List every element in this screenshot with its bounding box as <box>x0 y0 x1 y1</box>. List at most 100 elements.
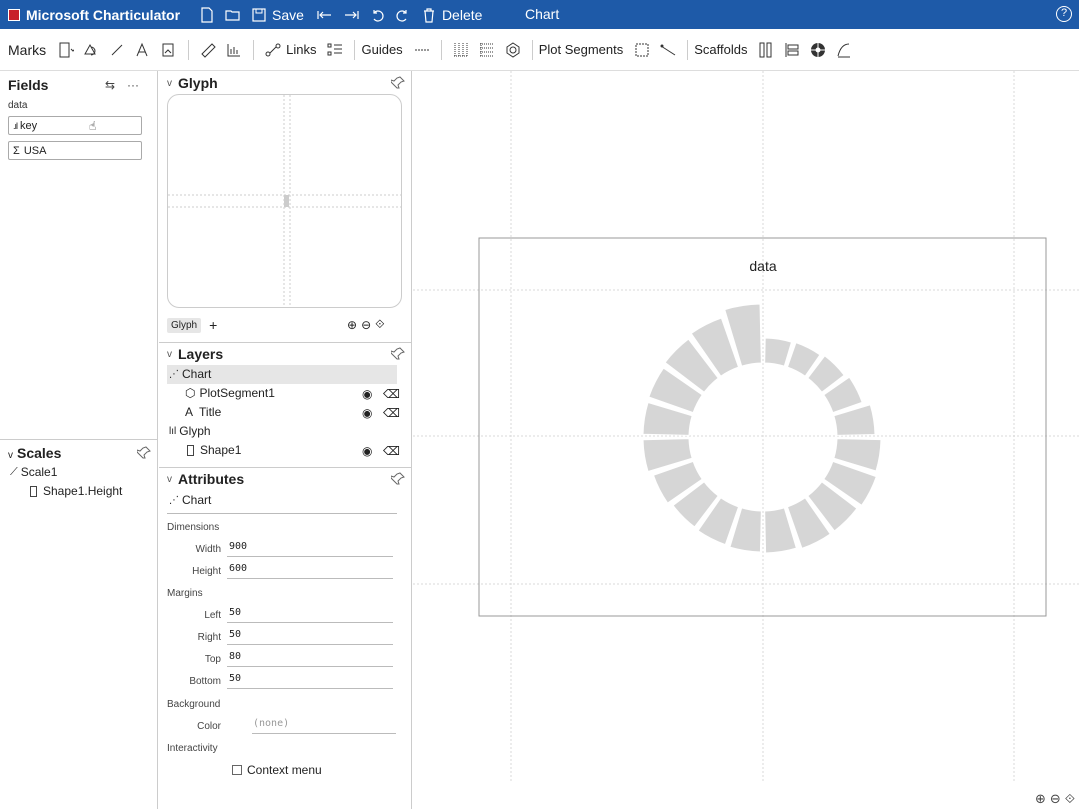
eraser-icon[interactable]: ⌫ <box>383 387 400 401</box>
line-mark-icon[interactable] <box>107 40 127 60</box>
rectangle-icon <box>187 444 194 456</box>
layer-item-shape[interactable]: Shape1 <box>187 443 241 457</box>
zoom-in-icon[interactable]: ⊕ <box>1035 791 1046 807</box>
field-label: key <box>20 119 38 132</box>
interactivity-label: Interactivity <box>167 743 218 754</box>
layer-item-title[interactable]: A Title <box>185 405 221 419</box>
left-margin-label: Left <box>204 610 221 621</box>
region-2d-icon[interactable] <box>632 40 652 60</box>
zoom-in-icon[interactable]: ⊕ <box>347 318 357 332</box>
chart-canvas[interactable]: data ⊕ ⊖ ⟐ <box>413 71 1079 809</box>
field-usa[interactable]: Σ USA <box>8 141 142 160</box>
chart-svg[interactable]: data <box>413 71 1079 809</box>
layer-label: Shape1 <box>200 443 242 457</box>
text-mark-icon[interactable] <box>133 40 153 60</box>
toolbar: Marks Links Guides Plot Segments Scaffol… <box>0 29 1079 71</box>
new-file-icon[interactable] <box>199 6 215 23</box>
toolbar-separator <box>687 39 689 60</box>
bottom-margin-label: Bottom <box>189 676 221 687</box>
data-table-icon[interactable]: ⇆ <box>105 78 115 92</box>
scale-item[interactable]: ⟋ Scale1 <box>10 465 57 479</box>
data-axis-icon[interactable] <box>224 40 244 60</box>
symbol-mark-icon[interactable] <box>81 40 101 60</box>
eraser-icon[interactable]: ⌫ <box>383 444 400 458</box>
right-margin-label: Right <box>197 632 221 643</box>
line-segment-icon[interactable] <box>658 40 678 60</box>
chevron-down-icon[interactable]: v <box>167 349 172 360</box>
rectangle-icon <box>30 485 37 497</box>
guide-line-icon[interactable] <box>412 40 432 60</box>
pin-icon[interactable] <box>391 76 405 90</box>
legend-icon[interactable] <box>325 40 345 60</box>
marks-label: Marks <box>8 41 47 58</box>
chevron-down-icon[interactable]: v <box>8 450 13 461</box>
top-margin-input[interactable]: 80 <box>227 651 393 667</box>
links-button[interactable]: Links <box>286 42 316 57</box>
zoom-out-icon[interactable]: ⊖ <box>1050 791 1061 807</box>
chevron-down-icon[interactable]: v <box>167 474 172 485</box>
margins-label: Margins <box>167 588 203 599</box>
field-key[interactable]: .ıl key ☝ <box>8 116 142 135</box>
open-folder-icon[interactable] <box>225 7 241 23</box>
image-mark-icon[interactable] <box>159 40 179 60</box>
links-icon[interactable] <box>263 40 283 60</box>
field-label: USA <box>23 144 47 157</box>
attributes-header: v Attributes <box>167 471 244 487</box>
layer-item-chart[interactable]: ⋰ Chart <box>169 367 211 381</box>
pin-icon[interactable] <box>391 472 405 486</box>
fit-view-icon[interactable]: ⟐ <box>375 317 384 332</box>
horizontal-scaffold-icon[interactable] <box>756 40 776 60</box>
layer-item-glyph[interactable]: lıl Glyph <box>169 424 211 438</box>
help-icon[interactable]: ? <box>1056 6 1072 22</box>
curve-scaffold-icon[interactable] <box>834 40 854 60</box>
export-right-icon[interactable] <box>343 7 359 23</box>
zoom-out-icon[interactable]: ⊖ <box>361 318 371 332</box>
export-left-icon[interactable] <box>317 7 333 23</box>
checkbox[interactable] <box>232 765 242 775</box>
app-logo-icon <box>8 8 20 21</box>
layer-item-plotsegment[interactable]: ⬡ PlotSegment1 <box>185 386 275 400</box>
fit-view-icon[interactable]: ⟐ <box>1065 791 1075 807</box>
delete-button[interactable]: Delete <box>442 7 482 23</box>
background-color-input[interactable]: (none) <box>252 718 396 734</box>
glyph-title: Glyph <box>178 75 218 91</box>
add-glyph-button[interactable]: + <box>209 317 217 333</box>
undo-icon[interactable] <box>369 7 385 23</box>
save-button[interactable]: Save <box>272 7 304 23</box>
visibility-icon[interactable]: ◉ <box>362 387 372 401</box>
visibility-icon[interactable]: ◉ <box>362 406 372 420</box>
layer-label: Chart <box>182 367 212 381</box>
guide-y-icon[interactable] <box>477 40 497 60</box>
chart-icon: ⋰ <box>169 368 179 380</box>
rectangle-mark-icon[interactable] <box>55 40 75 60</box>
scale-property-item[interactable]: Shape1.Height <box>30 484 122 498</box>
top-margin-label: Top <box>204 654 221 665</box>
guide-x-icon[interactable] <box>451 40 471 60</box>
eraser-icon[interactable]: ⌫ <box>383 406 400 420</box>
height-input[interactable]: 600 <box>227 563 393 579</box>
context-menu-label: Context menu <box>247 763 322 777</box>
left-margin-input[interactable]: 50 <box>227 607 393 623</box>
polar-scaffold-icon[interactable] <box>808 40 828 60</box>
canvas-guides <box>413 71 1079 783</box>
redo-icon[interactable] <box>395 7 411 23</box>
context-menu-option[interactable]: Context menu <box>232 763 322 777</box>
pin-icon[interactable] <box>391 347 405 361</box>
guide-polar-icon[interactable] <box>503 40 523 60</box>
donut-segment[interactable] <box>764 337 793 367</box>
pin-icon[interactable] <box>137 446 151 460</box>
vertical-scaffold-icon[interactable] <box>782 40 802 60</box>
right-margin-input[interactable]: 50 <box>227 629 393 645</box>
width-input[interactable]: 900 <box>227 541 393 557</box>
save-icon[interactable] <box>251 7 267 23</box>
more-options-icon[interactable]: ··· <box>127 78 139 92</box>
layer-label: Title <box>199 405 222 419</box>
delete-icon[interactable] <box>421 7 437 23</box>
bottom-margin-input[interactable]: 50 <box>227 673 393 689</box>
visibility-icon[interactable]: ◉ <box>362 444 372 458</box>
ruler-icon[interactable] <box>198 40 218 60</box>
chevron-down-icon[interactable]: v <box>167 78 172 89</box>
categorical-icon: .ıl <box>13 120 18 131</box>
glyph-tab[interactable]: Glyph <box>167 317 202 333</box>
glyph-editor-canvas[interactable] <box>167 94 402 308</box>
